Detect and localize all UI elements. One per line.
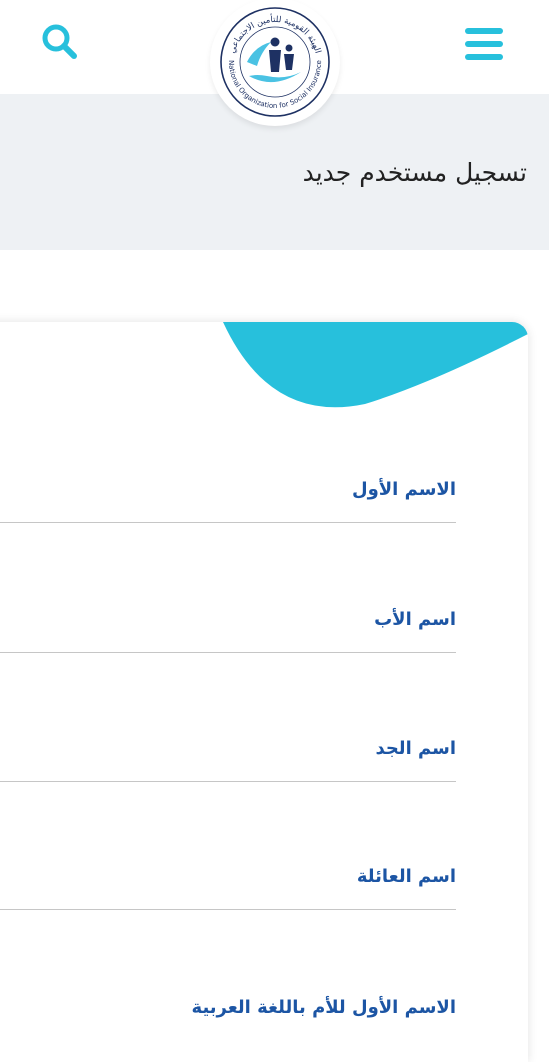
first-name-field[interactable]: الاسم الأول bbox=[0, 392, 456, 523]
father-name-label: اسم الأب bbox=[374, 609, 456, 630]
registration-form-card: الاسم الأول اسم الأب اسم الجد اسم العائل… bbox=[0, 322, 528, 1062]
logo-emblem-icon: الهيئة القومية للتأمين الاجتماعي Nationa… bbox=[220, 7, 330, 117]
page-title: تسجيل مستخدم جديد bbox=[302, 158, 527, 187]
hamburger-menu-icon bbox=[465, 28, 503, 60]
mother-first-name-field[interactable]: الاسم الأول للأم باللغة العربية bbox=[0, 910, 456, 1040]
menu-button[interactable] bbox=[460, 20, 508, 68]
search-icon bbox=[42, 24, 77, 59]
organization-logo[interactable]: الهيئة القومية للتأمين الاجتماعي Nationa… bbox=[210, 0, 340, 126]
search-button[interactable] bbox=[36, 18, 84, 66]
mother-first-name-label: الاسم الأول للأم باللغة العربية bbox=[191, 997, 456, 1018]
family-name-label: اسم العائلة bbox=[356, 866, 456, 887]
grandfather-name-label: اسم الجد bbox=[375, 738, 456, 759]
family-name-field[interactable]: اسم العائلة bbox=[0, 779, 456, 910]
father-name-field[interactable]: اسم الأب bbox=[0, 522, 456, 653]
grandfather-name-field[interactable]: اسم الجد bbox=[0, 651, 456, 782]
first-name-label: الاسم الأول bbox=[351, 479, 456, 500]
